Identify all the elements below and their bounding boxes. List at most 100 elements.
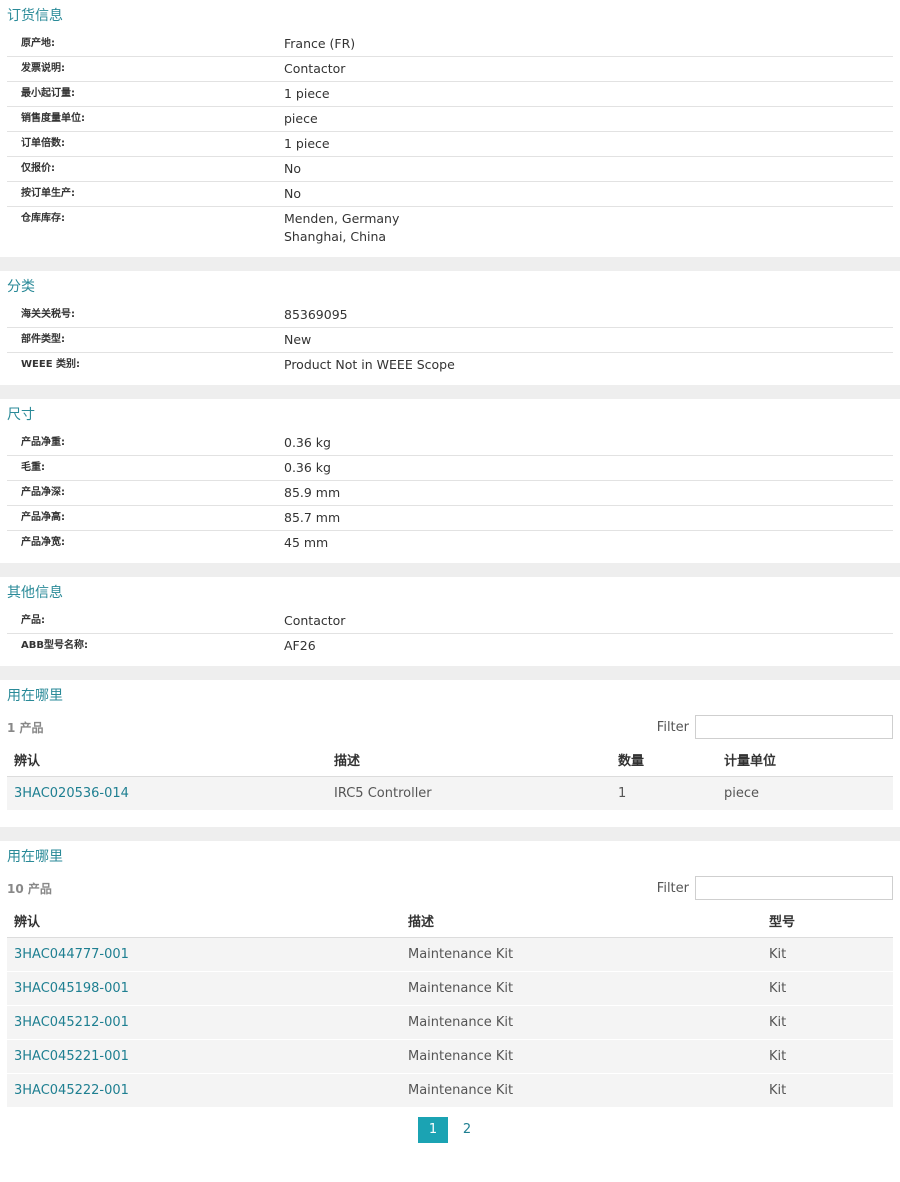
column-header-description[interactable]: 描述: [327, 742, 611, 777]
quantity-cell: 1: [611, 776, 717, 811]
info-value: Menden, Germany Shanghai, China: [284, 210, 893, 246]
info-key: 最小起订量:: [21, 88, 75, 99]
info-row: 订单倍数: 1 piece: [7, 132, 893, 157]
info-row: ABB型号名称: AF26: [7, 634, 893, 658]
info-key: 部件类型:: [21, 334, 65, 345]
info-value: Contactor: [284, 60, 893, 78]
info-value-line: 0.36 kg: [284, 460, 331, 475]
type-cell: Kit: [762, 937, 893, 972]
info-key: 按订单生产:: [21, 188, 75, 199]
info-value: No: [284, 185, 893, 203]
info-row: 仅报价: No: [7, 157, 893, 182]
info-key: 产品净宽:: [21, 537, 65, 548]
info-value: 1 piece: [284, 85, 893, 103]
column-header-id[interactable]: 辨认: [7, 903, 401, 938]
product-link[interactable]: 3HAC045222-001: [14, 1083, 129, 1098]
table-row: 3HAC020536-014 IRC5 Controller 1 piece: [7, 776, 893, 811]
info-value: 0.36 kg: [284, 459, 893, 477]
product-link[interactable]: 3HAC020536-014: [14, 786, 129, 801]
info-row: 海关关税号: 85369095: [7, 303, 893, 328]
info-value: Contactor: [284, 612, 893, 630]
section-title: 用在哪里: [7, 688, 63, 704]
info-key: 产品净高:: [21, 512, 65, 523]
info-value-line: Contactor: [284, 61, 346, 76]
info-key: 发票说明:: [21, 63, 65, 74]
info-row: 原产地: France (FR): [7, 32, 893, 57]
info-value: France (FR): [284, 35, 893, 53]
info-key: 产品:: [21, 615, 45, 626]
info-value-line: Product Not in WEEE Scope: [284, 357, 455, 372]
info-section: 其他信息 产品: Contactor ABB型号名称: AF26: [0, 577, 900, 666]
info-row: 发票说明: Contactor: [7, 57, 893, 82]
info-value: 1 piece: [284, 135, 893, 153]
filter-input[interactable]: [695, 715, 893, 739]
description-cell: Maintenance Kit: [401, 971, 762, 1006]
info-row: 部件类型: New: [7, 328, 893, 353]
column-header-type[interactable]: 型号: [762, 903, 893, 938]
section-divider: [0, 563, 900, 577]
product-link[interactable]: 3HAC045212-001: [14, 1015, 129, 1030]
info-value: piece: [284, 110, 893, 128]
info-key: 毛重:: [21, 462, 45, 473]
description-cell: Maintenance Kit: [401, 1039, 762, 1074]
info-section: 分类海关关税号: 85369095 部件类型: New WEEE 类别: Product …: [0, 271, 900, 385]
section-divider: [0, 827, 900, 841]
section-title: 尺寸: [7, 407, 35, 423]
section-title: 订货信息: [7, 8, 63, 24]
type-cell: Kit: [762, 1039, 893, 1074]
info-value-line: No: [284, 161, 301, 176]
info-value: 85.9 mm: [284, 484, 893, 502]
info-key: 仓库库存:: [21, 213, 65, 224]
info-value-line: 45 mm: [284, 535, 329, 550]
table-row: 3HAC045221-001 Maintenance Kit Kit: [7, 1039, 893, 1074]
info-value-line: 85.9 mm: [284, 485, 341, 500]
section-divider: [0, 666, 900, 680]
column-header-description[interactable]: 描述: [401, 903, 762, 938]
info-value-line: AF26: [284, 638, 316, 653]
product-link[interactable]: 3HAC045198-001: [14, 981, 129, 996]
description-cell: IRC5 Controller: [327, 776, 611, 811]
column-header-quantity[interactable]: 数量: [611, 742, 717, 777]
info-row: 最小起订量: 1 piece: [7, 82, 893, 107]
used-in-table-1: 辨认 描述 数量 计量单位 3HAC020536-014 IRC5 Contro…: [7, 742, 893, 811]
description-cell: Maintenance Kit: [401, 937, 762, 972]
info-row: WEEE 类别: Product Not in WEEE Scope: [7, 353, 893, 377]
info-value: No: [284, 160, 893, 178]
section-title: 分类: [7, 279, 35, 295]
description-cell: Maintenance Kit: [401, 1005, 762, 1040]
filter-input[interactable]: [695, 876, 893, 900]
used-in-section-2: 用在哪里 10 产品 Filter 辨认 描述 型号 3HAC044777-00…: [0, 841, 900, 1143]
used-in-table-2: 辨认 描述 型号 3HAC044777-001 Maintenance Kit Ki…: [7, 903, 893, 1108]
type-cell: Kit: [762, 1005, 893, 1040]
page-1-button[interactable]: 1: [418, 1117, 448, 1143]
product-count: 1 产品: [7, 720, 44, 735]
info-row: 毛重: 0.36 kg: [7, 456, 893, 481]
column-header-id[interactable]: 辨认: [7, 742, 327, 777]
type-cell: Kit: [762, 1073, 893, 1108]
unit-cell: piece: [717, 776, 893, 811]
product-link[interactable]: 3HAC045221-001: [14, 1049, 129, 1064]
product-count: 10 产品: [7, 881, 52, 896]
info-row: 产品净宽: 45 mm: [7, 531, 893, 555]
type-cell: Kit: [762, 971, 893, 1006]
info-value-line: New: [284, 332, 312, 347]
page-2-button[interactable]: 2: [452, 1117, 482, 1143]
info-row: 按订单生产: No: [7, 182, 893, 207]
product-link[interactable]: 3HAC044777-001: [14, 947, 129, 962]
info-row: 仓库库存: Menden, Germany Shanghai, China: [7, 207, 893, 249]
table-row: 3HAC045198-001 Maintenance Kit Kit: [7, 971, 893, 1006]
info-key: 产品净深:: [21, 487, 65, 498]
info-value: 45 mm: [284, 534, 893, 552]
column-header-unit[interactable]: 计量单位: [717, 742, 893, 777]
info-value-line: 1 piece: [284, 136, 330, 151]
info-value-line: piece: [284, 111, 318, 126]
product-details: 订货信息原产地: France (FR) 发票说明: Contactor 最小起订量: 1…: [0, 0, 900, 680]
info-value: 85.7 mm: [284, 509, 893, 527]
info-value: New: [284, 331, 893, 349]
section-title: 用在哪里: [7, 849, 63, 865]
info-section: 订货信息原产地: France (FR) 发票说明: Contactor 最小起订量: 1…: [0, 0, 900, 257]
info-section: 尺寸 产品净重: 0.36 kg 毛重: 0.36 kg 产品净深: 85.9 mm 产品净高…: [0, 399, 900, 563]
info-key: 销售度量单位:: [21, 113, 85, 124]
table-row: 3HAC045212-001 Maintenance Kit Kit: [7, 1005, 893, 1040]
info-key: 海关关税号:: [21, 309, 75, 320]
